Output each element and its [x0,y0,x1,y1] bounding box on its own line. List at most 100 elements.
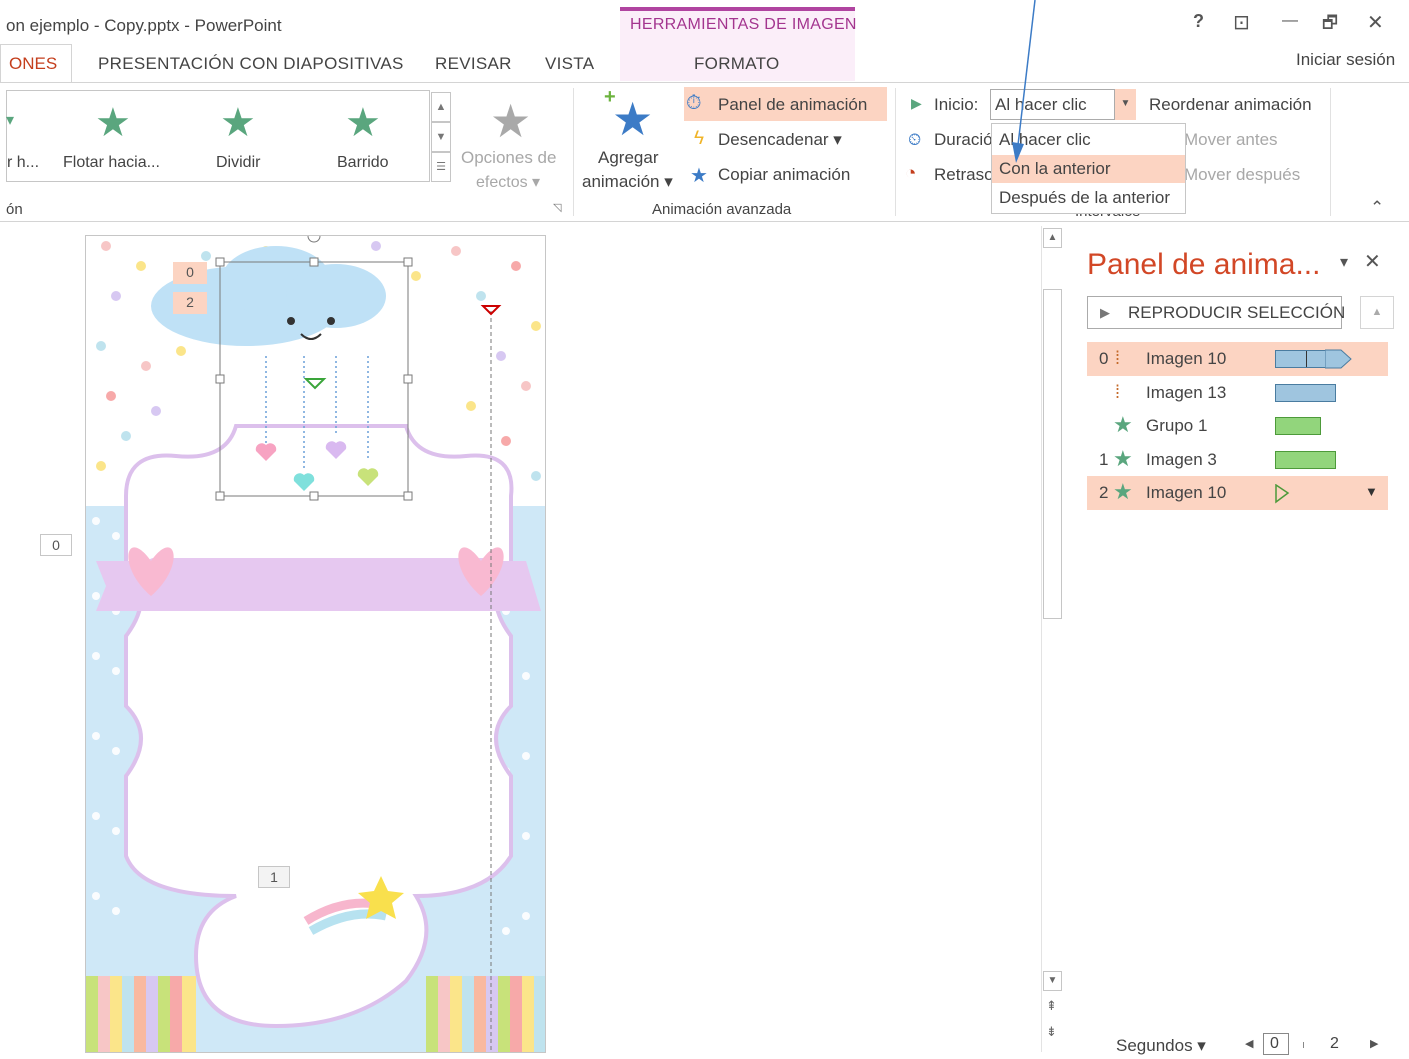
animation-list-item[interactable]: ★ Grupo 1 [1087,409,1388,443]
animation-pane-label: Panel de animación [718,95,868,114]
item-name: Imagen 10 [1146,483,1227,502]
add-animation-line1[interactable]: Agregar [598,148,658,168]
pane-title: Panel de anima... [1087,248,1321,281]
ribbon-display-icon[interactable]: ⊡ [1233,10,1250,35]
gallery-more-icon[interactable]: ☰ [431,152,451,182]
float-in-star-icon[interactable]: ★ [95,100,131,146]
item-number: 1 [1099,450,1109,469]
pane-options-icon[interactable]: ▾ [1340,252,1348,272]
star-icon: ★ [1113,446,1133,471]
path-icon: ⁞ [1115,348,1121,368]
start-play-icon: ▶ [911,95,922,111]
sign-in-link[interactable]: Iniciar sesión [1296,50,1395,70]
close-icon[interactable]: ✕ [1367,10,1384,35]
scroll-thumb[interactable] [1043,289,1062,619]
star-icon: ★ [1113,479,1133,504]
scroll-down-icon[interactable]: ▼ [1043,971,1062,991]
gallery-item-label[interactable]: r h... [7,154,39,172]
animation-badge: 0 [40,534,72,556]
separator [1330,88,1331,216]
trigger-button[interactable]: Desencadenar ▾ [718,130,842,150]
play-icon: ▶ [1100,305,1110,320]
timeline-tick-2: 2 [1330,1035,1339,1052]
animation-list-item[interactable]: 0 ⁞ Imagen 10 [1087,342,1388,376]
timeline-marker [1306,351,1307,367]
item-name: Imagen 13 [1146,383,1227,402]
delay-clock-icon: ◔ [905,163,917,184]
play-selected-label: REPRODUCIR SELECCIÓN [1128,303,1346,322]
gallery-item-wipe[interactable]: Barrido [337,154,389,172]
separator [895,88,896,216]
slide-canvas[interactable] [85,235,546,1053]
duration-clock-icon: ⏲ [908,130,922,149]
move-earlier-button[interactable]: Mover antes [1184,130,1278,150]
previous-slide-icon[interactable]: ⇞ [1046,998,1057,1014]
timeline-tick [1303,1042,1304,1048]
item-name: Imagen 10 [1146,349,1227,368]
minimize-icon[interactable]: — [1282,12,1298,30]
menu-option-after-previous[interactable]: Después de la anterior [992,184,1185,212]
gallery-scroll-down-icon[interactable]: ▼ [431,122,451,152]
trigger-lightning-icon: ϟ [694,128,705,149]
effect-options-line1[interactable]: Opciones de [461,148,556,168]
pane-close-icon[interactable]: ✕ [1364,249,1381,274]
item-name: Imagen 3 [1146,450,1217,469]
annotation-arrow [1012,0,1036,163]
tab-view[interactable]: VISTA [545,54,594,74]
move-up-icon[interactable]: ▲ [1360,296,1394,329]
gallery-scroll-up-icon[interactable]: ▲ [431,92,451,122]
item-dropdown-icon[interactable]: ▼ [1365,484,1378,499]
animation-list-item[interactable]: ⁞ Imagen 13 [1087,376,1388,410]
timeline-scroll-left-icon[interactable]: ◀ [1245,1037,1253,1050]
seconds-dropdown[interactable]: Segundos ▾ [1116,1036,1206,1056]
move-later-button[interactable]: Mover después [1184,165,1300,185]
animation-list-item[interactable]: 1 ★ Imagen 3 [1087,443,1388,477]
start-combo-dropdown-icon[interactable]: ▼ [1114,89,1136,120]
play-selected-button[interactable]: ▶ REPRODUCIR SELECCIÓN [1087,296,1346,329]
animation-list-item[interactable]: 2 ★ Imagen 10 ▼ [1087,476,1388,510]
timeline-scroll-right-icon[interactable]: ▶ [1370,1037,1378,1050]
item-number: 2 [1099,483,1109,502]
item-name: Grupo 1 [1146,416,1208,435]
animation-badge: 0 [173,262,207,284]
advanced-group-label: Animación avanzada [652,201,792,218]
gallery-item-float-in[interactable]: Flotar hacia... [63,154,160,172]
animation-badge: 2 [173,292,207,314]
wipe-star-icon[interactable]: ★ [345,100,381,146]
start-label: Inicio: [934,95,979,114]
animation-pane-icon: ⏱ [686,92,702,114]
copy-animation-icon: ★ [690,165,708,187]
maximize-icon[interactable]: 🗗 [1322,10,1338,39]
separator [573,88,574,216]
timeline-bar[interactable] [1275,417,1321,435]
next-slide-icon[interactable]: ⇟ [1046,1024,1057,1040]
scroll-up-icon[interactable]: ▲ [1043,228,1062,248]
split-star-icon[interactable]: ★ [220,100,256,146]
tab-slideshow[interactable]: PRESENTACIÓN CON DIAPOSITIVAS [98,54,404,74]
tab-review[interactable]: REVISAR [435,54,512,74]
item-number: 0 [1099,349,1109,368]
timeline-bar[interactable] [1275,384,1336,402]
dialog-launcher-icon[interactable]: ◹ [553,201,561,214]
star-icon: ★ [1113,412,1133,437]
duration-label: Duració [934,130,993,149]
tab-format[interactable]: FORMATO [694,54,780,74]
add-animation-line2[interactable]: animación ▾ [582,172,673,192]
timeline-tick-0: 0 [1270,1035,1279,1052]
timeline-bar[interactable] [1275,350,1327,368]
help-icon[interactable]: ? [1193,11,1204,32]
gallery-item-split[interactable]: Dividir [216,154,260,172]
tab-animations-label: ONES [9,54,58,73]
effect-options-line2[interactable]: efectos ▾ [476,172,540,192]
timeline-bar-arrow [1325,349,1352,369]
animation-group-label: ón [6,201,23,218]
timeline-play-marker [1275,484,1290,504]
window-title: on ejemplo - Copy.pptx - PowerPoint [6,16,282,35]
copy-animation-button[interactable]: Copiar animación [718,165,850,185]
add-animation-star-icon[interactable]: ★ [612,92,653,146]
tab-animations[interactable]: ONES [0,44,72,82]
delay-label: Retraso [934,165,994,184]
partial-star-icon: ▾ [6,112,15,129]
collapse-ribbon-icon[interactable]: ⌃ [1370,198,1384,218]
timeline-bar[interactable] [1275,451,1336,469]
